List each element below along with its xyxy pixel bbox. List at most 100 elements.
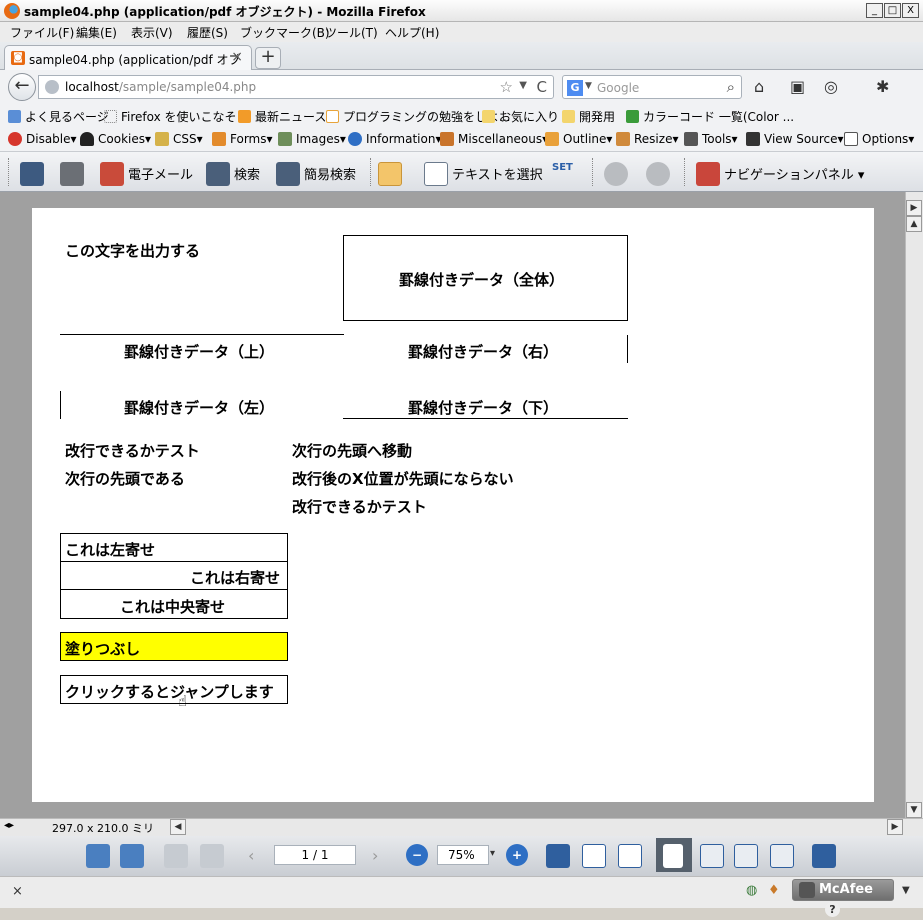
search-button[interactable]: 検索 <box>206 162 260 186</box>
previous-page-icon[interactable]: ‹ <box>248 846 254 865</box>
minimize-button[interactable]: _ <box>866 3 883 18</box>
fit-page-icon[interactable] <box>582 844 606 868</box>
toolbar-grip <box>8 158 10 186</box>
navigation-panel-button[interactable]: ナビゲーションパネル ▾ <box>696 162 864 186</box>
undo-button[interactable] <box>604 162 632 186</box>
hand-tool-button[interactable] <box>378 162 406 186</box>
split-handle-icon[interactable]: ◂▸ <box>4 820 14 831</box>
easy-search-button[interactable]: 簡易検索 <box>276 162 356 186</box>
scroll-right-arrow-icon[interactable]: ▶ <box>887 819 903 835</box>
tab-active[interactable]: ◙ sample04.php (application/pdf オブジェクト) … <box>4 45 252 84</box>
horizontal-scrollbar[interactable]: ◂▸ 297.0 x 210.0 ミリ ◀ ▶ <box>0 818 923 836</box>
redo-button[interactable] <box>646 162 674 186</box>
scroll-left-arrow-icon[interactable]: ◀ <box>170 819 186 835</box>
pdf-text-output: この文字を出力する <box>65 242 201 260</box>
zoom-out-icon[interactable]: − <box>406 844 428 866</box>
torch-icon[interactable]: ♦ <box>768 883 780 898</box>
url-text: localhost/sample/sample04.php <box>65 80 257 94</box>
toolbar-separator <box>684 158 686 186</box>
help-icon[interactable]: ? <box>825 902 840 917</box>
window-icon[interactable]: ▣ <box>790 77 805 96</box>
save-icon <box>20 162 44 186</box>
mcafee-button[interactable]: McAfee ? <box>792 879 894 917</box>
two-page-continuous-icon[interactable] <box>770 844 794 868</box>
web-developer-toolbar: Disable▾ Cookies▾ CSS▾ Forms▾ Images▾ In… <box>0 128 923 152</box>
close-findbar-icon[interactable]: × <box>12 884 23 899</box>
zoom-dropdown-icon[interactable]: ▾ <box>490 848 495 859</box>
dev-resize[interactable]: Resize▾ <box>616 132 678 146</box>
statusbar-dropdown-icon[interactable]: ▼ <box>902 885 910 896</box>
tab-close-icon[interactable]: × <box>231 49 243 65</box>
set-button[interactable]: SET <box>552 162 573 173</box>
fullscreen-icon[interactable] <box>812 844 836 868</box>
url-dropdown-icon[interactable]: ▼ <box>519 80 527 91</box>
rotate-ccw-icon[interactable] <box>86 844 110 868</box>
home-icon[interactable]: ⌂ <box>754 77 764 96</box>
menu-edit[interactable]: 編集(E) <box>76 24 117 41</box>
two-page-icon[interactable] <box>734 844 758 868</box>
menu-view[interactable]: 表示(V) <box>131 24 173 41</box>
vertical-scrollbar[interactable]: ▶ ▲ ▼ <box>905 192 923 818</box>
bookmark-folder[interactable]: 開発用 <box>562 108 615 125</box>
search-bar[interactable]: G ▼ Google ⌕ <box>562 75 742 99</box>
link-text[interactable]: クリックするとジャンプします <box>65 681 274 702</box>
addon-icon[interactable]: ✱ <box>876 77 889 96</box>
print-button[interactable] <box>60 162 88 186</box>
search-icon[interactable]: ⌕ <box>727 78 735 96</box>
url-bar[interactable]: localhost/sample/sample04.php ☆ ▼ C <box>38 75 554 99</box>
google-icon[interactable]: G <box>567 80 583 96</box>
dev-cookies[interactable]: Cookies▾ <box>80 132 151 146</box>
bookmark-item[interactable]: 最新ニュース <box>238 108 326 125</box>
border-top-line <box>60 334 344 335</box>
new-tab-button[interactable]: + <box>255 47 281 69</box>
bookmark-star-icon[interactable]: ☆ <box>500 78 513 96</box>
save-button[interactable] <box>20 162 48 186</box>
back-button[interactable]: ← <box>8 73 36 101</box>
select-text-button[interactable]: テキストを選択 <box>424 162 543 186</box>
maximize-button[interactable]: □ <box>884 3 901 18</box>
menu-tools[interactable]: ツール(T) <box>325 24 378 41</box>
single-page-icon <box>663 844 683 868</box>
bookmark-item[interactable]: よく見るページ <box>8 108 109 125</box>
bookmark-item[interactable]: Firefox を使いこなそう <box>104 108 249 125</box>
dev-forms[interactable]: Forms▾ <box>212 132 273 146</box>
fit-width-icon[interactable] <box>618 844 642 868</box>
continuous-icon[interactable] <box>700 844 724 868</box>
dev-css[interactable]: CSS▾ <box>155 132 203 146</box>
scroll-up-arrow-icon[interactable]: ▲ <box>906 216 922 232</box>
dev-images[interactable]: Images▾ <box>278 132 346 146</box>
search-placeholder: Google <box>597 81 640 95</box>
menu-help[interactable]: ヘルプ(H) <box>385 24 439 41</box>
first-page-icon[interactable] <box>164 844 188 868</box>
pdf-toolbar: 電子メール 検索 簡易検索 テキストを選択 SET ナビゲーションパネル ▾ <box>0 152 923 192</box>
zoom-input[interactable]: 75% <box>437 845 489 865</box>
rotate-cw-icon[interactable] <box>120 844 144 868</box>
screenshot-icon[interactable]: ◎ <box>824 77 838 96</box>
zoom-in-icon[interactable]: + <box>506 844 528 866</box>
page-number-input[interactable]: 1 / 1 <box>274 845 356 865</box>
dev-options[interactable]: Options▾ <box>844 132 914 146</box>
dev-disable[interactable]: Disable▾ <box>8 132 77 146</box>
menu-bookmarks[interactable]: ブックマーク(B) <box>240 24 330 41</box>
bookmark-folder[interactable]: お気に入り <box>482 108 559 125</box>
dev-tools[interactable]: Tools▾ <box>684 132 738 146</box>
tab-bar: ◙ sample04.php (application/pdf オブジェクト) … <box>0 42 923 84</box>
dev-outline[interactable]: Outline▾ <box>545 132 612 146</box>
bookmark-item[interactable]: カラーコード 一覧(Color ... <box>626 108 794 125</box>
last-page-icon[interactable] <box>200 844 224 868</box>
sync-icon[interactable]: ◍ <box>746 883 757 898</box>
dev-information[interactable]: Information▾ <box>348 132 442 146</box>
dev-miscellaneous[interactable]: Miscellaneous▾ <box>440 132 548 146</box>
email-button[interactable]: 電子メール <box>100 162 193 186</box>
next-page-icon[interactable]: › <box>372 846 378 865</box>
dev-view-source[interactable]: View Source▾ <box>746 132 844 146</box>
scroll-down-arrow-icon[interactable]: ▼ <box>906 802 922 818</box>
menu-history[interactable]: 履歴(S) <box>187 24 228 41</box>
search-engine-dropdown-icon[interactable]: ▼ <box>585 81 592 91</box>
menu-file[interactable]: ファイル(F) <box>10 24 74 41</box>
actual-size-icon[interactable] <box>546 844 570 868</box>
align-right-text: これは右寄せ <box>190 569 281 587</box>
scroll-right-arrow-icon[interactable]: ▶ <box>906 200 922 216</box>
close-button[interactable]: X <box>902 3 919 18</box>
reload-icon[interactable]: C <box>537 78 547 96</box>
